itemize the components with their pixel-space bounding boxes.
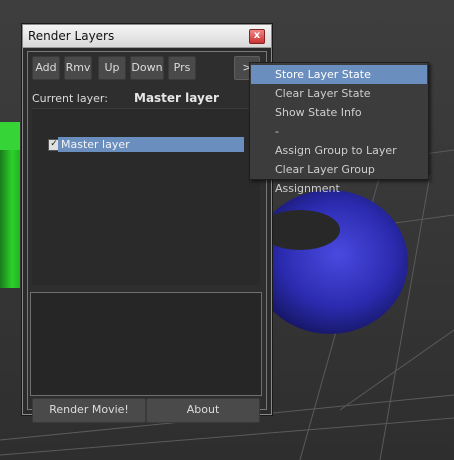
add-button[interactable]: Add xyxy=(32,56,60,80)
move-up-button[interactable]: Up xyxy=(98,56,126,80)
layer-name: Master layer xyxy=(61,138,130,151)
menu-item-label: Clear Layer Group Assignment xyxy=(275,163,375,195)
menu-item-show-state-info[interactable]: Show State Info xyxy=(251,103,427,122)
menu-item-label: Store Layer State xyxy=(275,68,371,81)
menu-item-store-layer-state[interactable]: Store Layer State xyxy=(251,65,427,84)
remove-button[interactable]: Rmv xyxy=(64,56,92,80)
about-button[interactable]: About xyxy=(146,398,260,423)
menu-item-label: Show State Info xyxy=(275,106,362,119)
properties-button[interactable]: Prs xyxy=(168,56,196,80)
close-button[interactable]: x xyxy=(249,29,265,44)
menu-item-assign-group-to-layer[interactable]: Assign Group to Layer xyxy=(251,141,427,160)
menu-item-label: Assign Group to Layer xyxy=(275,144,397,157)
render-layers-window: Render Layers x Add Rmv Up Down Prs > Cu… xyxy=(22,24,272,423)
menu-separator: - xyxy=(251,122,427,141)
window-title: Render Layers xyxy=(28,29,115,43)
layer-list[interactable]: ✓ Master layer xyxy=(32,108,260,285)
menu-item-clear-layer-group-assignment[interactable]: Clear Layer Group Assignment xyxy=(251,160,427,195)
layer-options-menu: Store Layer State Clear Layer State Show… xyxy=(249,62,429,195)
current-layer-label: Current layer: xyxy=(32,92,108,105)
list-item[interactable]: Master layer xyxy=(58,137,244,152)
title-bar[interactable]: Render Layers x xyxy=(23,25,271,48)
window-body: Add Rmv Up Down Prs > Current layer: Mas… xyxy=(27,51,267,423)
menu-item-label: - xyxy=(275,125,279,138)
layer-preview-panel xyxy=(30,292,262,396)
menu-item-clear-layer-state[interactable]: Clear Layer State xyxy=(251,84,427,103)
current-layer-value: Master layer xyxy=(134,91,219,105)
menu-item-label: Clear Layer State xyxy=(275,87,371,100)
move-down-button[interactable]: Down xyxy=(130,56,164,80)
render-movie-button[interactable]: Render Movie! xyxy=(32,398,146,423)
